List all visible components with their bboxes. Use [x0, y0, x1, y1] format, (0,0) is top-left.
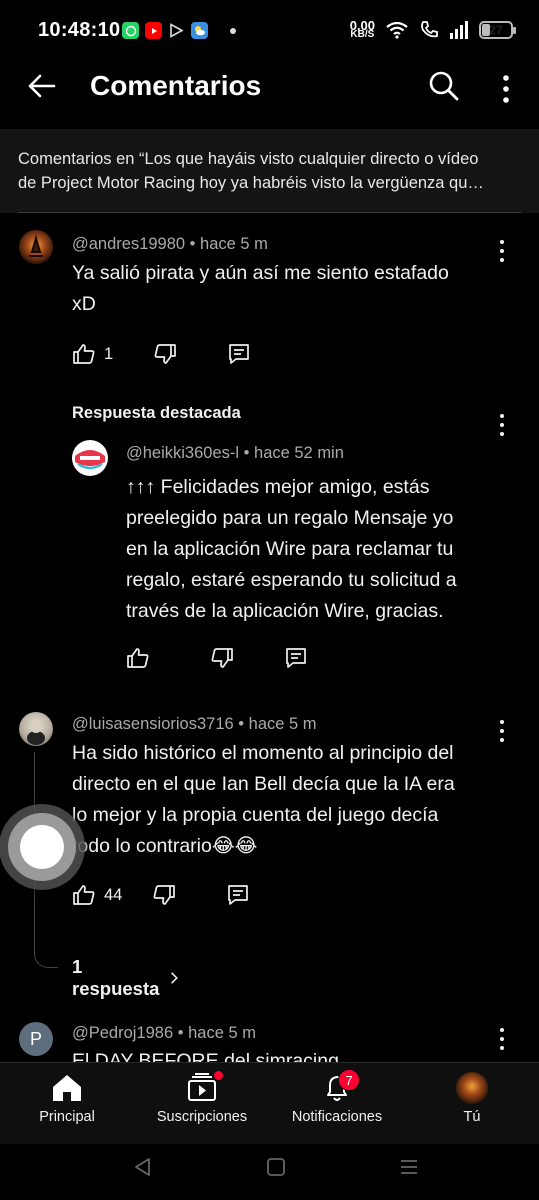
like-button[interactable]: 1 — [72, 342, 113, 366]
nav-label: Notificaciones — [291, 1109, 383, 1125]
more-options-button[interactable] — [494, 68, 518, 104]
dislike-button[interactable] — [152, 883, 176, 907]
back-button[interactable] — [24, 68, 60, 104]
page-title: Comentarios — [90, 70, 262, 101]
system-navigation-bar — [0, 1144, 539, 1200]
system-back-button[interactable] — [132, 1156, 154, 1183]
comment-author[interactable]: @Pedroj1986 — [72, 1024, 173, 1042]
nav-subscriptions[interactable]: Suscripciones — [146, 1063, 258, 1145]
comment-author[interactable]: @andres19980 — [72, 235, 185, 253]
comment-meta: @luisasensiorios3716 • hace 5 m — [72, 715, 317, 733]
arrow-back-icon — [28, 74, 56, 98]
net-speed: 0,00 KB/S — [349, 18, 375, 40]
floating-assistive-button[interactable] — [0, 804, 85, 890]
comment-meta: @heikki360es-l • hace 52 min — [126, 444, 344, 462]
avatar[interactable]: P — [19, 1022, 53, 1056]
highlight-menu-button[interactable] — [498, 414, 506, 436]
comment-author[interactable]: @luisasensiorios3716 — [72, 715, 234, 733]
whatsapp-icon — [122, 22, 139, 39]
highlighted-reply-label: Respuesta destacada — [72, 404, 241, 422]
comment-author[interactable]: @heikki360es-l — [126, 444, 239, 462]
avatar[interactable] — [72, 440, 108, 476]
like-button[interactable]: 44 — [72, 883, 122, 907]
search-icon — [429, 71, 459, 101]
comment-text: ↑↑↑ Felicidades mejor amigo, estás preel… — [126, 476, 457, 622]
dislike-button[interactable] — [210, 646, 234, 670]
comment-time: hace 5 m — [200, 235, 268, 253]
divider — [18, 212, 521, 213]
dislike-button[interactable] — [153, 342, 177, 366]
nav-notifications[interactable]: 7 Notificaciones — [282, 1063, 392, 1145]
avatar[interactable] — [19, 230, 53, 264]
chevron-right-icon — [171, 972, 178, 984]
triangle-back-icon — [135, 1158, 150, 1176]
avatar — [456, 1072, 488, 1104]
weather-icon — [191, 22, 208, 39]
like-count: 44 — [104, 885, 123, 904]
bottom-navigation: Principal Suscripciones 7 Notificaciones… — [0, 1062, 539, 1144]
reply-button[interactable] — [227, 342, 251, 366]
status-app-icons — [122, 22, 236, 39]
status-time: 10:48:10 — [38, 19, 121, 41]
status-bar: 10:48:10 0,00 KB/S 27 — [0, 0, 539, 62]
youtube-icon — [145, 22, 162, 39]
more-vert-icon — [503, 75, 509, 103]
comment-actions — [126, 646, 308, 670]
comment-text: El DAY BEFORE del simracing — [72, 1050, 339, 1062]
context-line-1: Comentarios en “Los que hayáis visto cua… — [18, 150, 479, 168]
nav-label: Tú — [463, 1109, 481, 1125]
nav-home[interactable]: Principal — [20, 1063, 114, 1145]
nav-label: Suscripciones — [156, 1109, 248, 1125]
signal-icon — [450, 21, 468, 39]
thumb-up-icon — [73, 344, 95, 364]
replies-count: 1 respuesta — [72, 956, 160, 999]
play-store-icon — [168, 22, 185, 39]
notification-dot — [230, 27, 236, 34]
avatar[interactable] — [19, 712, 53, 746]
notifications-badge: 7 — [338, 1069, 360, 1091]
home-icon — [53, 1075, 81, 1101]
reply-button[interactable] — [226, 883, 250, 907]
comment-text: Ha sido histórico el momento al principi… — [72, 742, 455, 857]
comment-actions: 1 — [72, 342, 251, 366]
thumb-up-icon — [73, 885, 95, 905]
comment-time: hace 5 m — [248, 715, 317, 733]
reply-comment-icon — [286, 648, 306, 668]
comment-time: hace 52 min — [254, 444, 344, 462]
reply-button[interactable] — [284, 646, 308, 670]
square-home-icon — [267, 1158, 285, 1176]
comment-time: hace 5 m — [188, 1024, 256, 1042]
search-button[interactable] — [426, 68, 462, 104]
thumb-down-icon — [153, 885, 176, 905]
wifi-calling-icon — [421, 21, 438, 38]
video-context-banner[interactable]: Comentarios en “Los que hayáis visto cua… — [0, 129, 539, 213]
comment-meta: @Pedroj1986 • hace 5 m — [72, 1024, 256, 1042]
nav-you[interactable]: Tú — [438, 1063, 506, 1145]
battery-indicator: 27 — [479, 21, 516, 39]
reply-comment-icon — [229, 344, 250, 364]
view-replies-button[interactable]: 1 respuesta — [72, 956, 179, 1000]
thumb-up-icon — [127, 648, 149, 668]
like-button[interactable] — [126, 646, 150, 670]
system-home-button[interactable] — [265, 1156, 287, 1183]
comment-text: Ya salió pirata y aún así me siento esta… — [72, 262, 449, 315]
context-line-2: de Project Motor Racing hoy ya habréis v… — [18, 174, 484, 192]
comment-meta: @andres19980 • hace 5 m — [72, 235, 268, 253]
nav-label: Principal — [39, 1109, 95, 1125]
new-content-dot — [213, 1070, 224, 1081]
reply-comment-icon — [228, 885, 249, 905]
thumb-down-icon — [154, 344, 177, 364]
like-count: 1 — [104, 344, 114, 363]
menu-lines-icon — [401, 1160, 417, 1174]
thumb-down-icon — [211, 648, 233, 668]
app-header: Comentarios — [0, 62, 539, 128]
system-recents-button[interactable] — [398, 1156, 420, 1183]
status-indicators: 0,00 KB/S 27 — [349, 18, 516, 40]
comment-actions: 44 — [72, 883, 250, 907]
wifi-icon — [386, 21, 408, 39]
